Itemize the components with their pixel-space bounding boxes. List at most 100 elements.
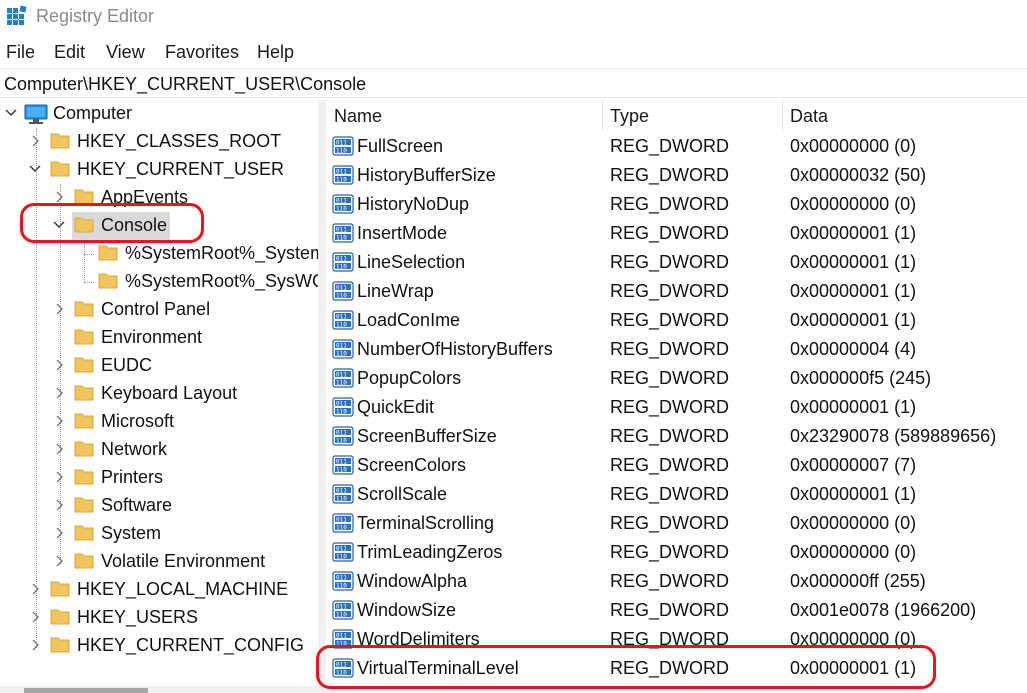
tree-item-hkey-users[interactable]: HKEY_USERS — [0, 604, 318, 632]
chevron-right-icon[interactable] — [52, 190, 66, 204]
value-name: ScrollScale — [357, 484, 448, 504]
svg-text:110: 110 — [336, 669, 347, 676]
svg-text:011: 011 — [336, 487, 347, 494]
scrollbar-thumb[interactable] — [24, 688, 148, 693]
value-row[interactable]: 011 110 ScreenBufferSize REG_DWORD 0x2329007… — [326, 422, 1027, 451]
tree-item-software[interactable]: Software — [0, 492, 318, 520]
value-row[interactable]: 011 110 ScreenColors REG_DWORD 0x00000007 (7… — [326, 451, 1027, 480]
value-type: REG_DWORD — [610, 571, 730, 591]
address-path[interactable]: Computer\HKEY_CURRENT_USER\Console — [4, 74, 366, 95]
tree-item-hkey-local-machine[interactable]: HKEY_LOCAL_MACHINE — [0, 576, 318, 604]
value-row[interactable]: 011 110 WindowSize REG_DWORD 0x001e0078 (196… — [326, 596, 1027, 625]
value-data: 0x00000007 (7) — [790, 455, 917, 475]
chevron-right-icon[interactable] — [52, 554, 66, 568]
tree-item-hkey-current-config[interactable]: HKEY_CURRENT_CONFIG — [0, 632, 318, 660]
tree-item-hkey-classes-root[interactable]: HKEY_CLASSES_ROOT — [0, 128, 318, 156]
svg-text:110: 110 — [336, 408, 347, 415]
chevron-right-icon[interactable] — [52, 414, 66, 428]
value-type: REG_DWORD — [610, 194, 730, 214]
chevron-down-icon[interactable] — [4, 106, 18, 120]
folder-icon — [98, 273, 118, 289]
value-row[interactable]: 011 110 TrimLeadingZeros REG_DWORD 0x0000000… — [326, 538, 1027, 567]
chevron-right-icon[interactable] — [28, 134, 42, 148]
folder-icon — [74, 385, 94, 401]
tree-item-eudc[interactable]: EUDC — [0, 352, 318, 380]
value-name: TerminalScrolling — [357, 513, 495, 533]
tree-label: HKEY_CLASSES_ROOT — [77, 131, 282, 151]
value-data: 0x00000001 (1) — [790, 658, 917, 678]
value-row[interactable]: 011 110 InsertMode REG_DWORD 0x00000001 (1) — [326, 219, 1027, 248]
chevron-right-icon[interactable] — [52, 442, 66, 456]
value-type: REG_DWORD — [610, 368, 730, 388]
chevron-right-icon[interactable] — [52, 358, 66, 372]
value-row[interactable]: 011 110 HistoryBufferSize REG_DWORD 0x000000… — [326, 161, 1027, 190]
menu-favorites[interactable]: Favorites — [165, 42, 239, 63]
svg-text:110: 110 — [336, 234, 347, 241]
values-list-pane[interactable]: Name Type Data 011 110 FullScreen REG_DWORD… — [326, 100, 1027, 693]
tree-item-systemroot-system32[interactable]: %SystemRoot%_System32 — [0, 240, 318, 268]
tree-item-volatile-environment[interactable]: Volatile Environment — [0, 548, 318, 576]
chevron-down-icon[interactable] — [52, 218, 66, 232]
chevron-right-icon[interactable] — [52, 526, 66, 540]
value-type: REG_DWORD — [610, 484, 730, 504]
value-row[interactable]: 011 110 WordDelimiters REG_DWORD 0x00000000 … — [326, 625, 1027, 654]
reg-binary-value-icon: 011110 — [332, 281, 354, 301]
menu-help[interactable]: Help — [257, 42, 294, 63]
tree-item-system[interactable]: System — [0, 520, 318, 548]
value-row[interactable]: 011 110 FullScreen REG_DWORD 0x00000000 (0) — [326, 132, 1027, 161]
svg-text:110: 110 — [336, 350, 347, 357]
chevron-right-icon[interactable] — [52, 498, 66, 512]
value-row[interactable]: 011 110 QuickEdit REG_DWORD 0x00000001 (1) — [326, 393, 1027, 422]
tree-item-microsoft[interactable]: Microsoft — [0, 408, 318, 436]
tree-item-control-panel[interactable]: Control Panel — [0, 296, 318, 324]
reg-binary-value-icon: 011110 — [332, 484, 354, 504]
chevron-right-icon[interactable] — [28, 638, 42, 652]
chevron-down-icon[interactable] — [28, 162, 42, 176]
pane-splitter[interactable] — [318, 100, 326, 693]
address-bar[interactable]: Computer\HKEY_CURRENT_USER\Console — [0, 68, 1027, 98]
tree-item-appevents[interactable]: AppEvents — [0, 184, 318, 212]
tree-item-keyboard-layout[interactable]: Keyboard Layout — [0, 380, 318, 408]
chevron-right-icon[interactable] — [52, 302, 66, 316]
value-row[interactable]: 011 110 PopupColors REG_DWORD 0x000000f5 (24… — [326, 364, 1027, 393]
value-data: 0x00000001 (1) — [790, 397, 917, 417]
tree-item-systemroot-syswow64[interactable]: %SystemRoot%_SysWOW64 — [0, 268, 318, 296]
tree-item-environment[interactable]: Environment — [0, 324, 318, 352]
value-row[interactable]: 011 110 WindowAlpha REG_DWORD 0x000000ff (25… — [326, 567, 1027, 596]
tree-item-printers[interactable]: Printers — [0, 464, 318, 492]
tree-item-console[interactable]: Console — [0, 212, 318, 240]
key-tree-pane[interactable]: Computer HKEY_CLASSES_ROOT HKEY_CURRENT_… — [0, 100, 318, 693]
tree-item-computer[interactable]: Computer — [0, 100, 318, 128]
menu-edit[interactable]: Edit — [54, 42, 85, 63]
reg-binary-value-icon: 011110 — [332, 542, 354, 562]
column-divider[interactable] — [602, 100, 603, 130]
tree-label: AppEvents — [101, 187, 189, 207]
menu-view[interactable]: View — [106, 42, 145, 63]
value-row[interactable]: 011 110 LoadConIme REG_DWORD 0x00000001 (1) — [326, 306, 1027, 335]
value-row[interactable]: 011 110 LineSelection REG_DWORD 0x00000001 (… — [326, 248, 1027, 277]
menu-file[interactable]: File — [6, 42, 35, 63]
value-type: REG_DWORD — [610, 339, 730, 359]
column-header-type[interactable]: Type — [610, 106, 649, 132]
value-row[interactable]: 011 110 TerminalScrolling REG_DWORD 0x000000… — [326, 509, 1027, 538]
chevron-right-icon[interactable] — [52, 470, 66, 484]
value-row[interactable]: 011 110 VirtualTerminalLevel REG_DWORD 0x000… — [326, 654, 1027, 683]
column-header-data[interactable]: Data — [790, 106, 828, 132]
chevron-right-icon[interactable] — [28, 610, 42, 624]
chevron-right-icon[interactable] — [28, 582, 42, 596]
value-row[interactable]: 011 110 HistoryNoDup REG_DWORD 0x00000000 (0… — [326, 190, 1027, 219]
value-row[interactable]: 011 110 ScrollScale REG_DWORD 0x00000001 (1) — [326, 480, 1027, 509]
value-row[interactable]: 011 110 LineWrap REG_DWORD 0x00000001 (1) — [326, 277, 1027, 306]
value-name: TrimLeadingZeros — [357, 542, 503, 562]
tree-item-hkey-current-user[interactable]: HKEY_CURRENT_USER — [0, 156, 318, 184]
value-data: 0x00000001 (1) — [790, 310, 917, 330]
column-header-name[interactable]: Name — [334, 106, 382, 132]
tree-item-network[interactable]: Network — [0, 436, 318, 464]
value-data: 0x00000000 (0) — [790, 629, 917, 649]
column-divider[interactable] — [782, 100, 783, 130]
folder-icon — [74, 553, 94, 569]
folder-icon — [74, 469, 94, 485]
computer-icon — [24, 104, 48, 124]
chevron-right-icon[interactable] — [52, 386, 66, 400]
value-row[interactable]: 011 110 NumberOfHistoryBuffers REG_DWORD 0x0… — [326, 335, 1027, 364]
